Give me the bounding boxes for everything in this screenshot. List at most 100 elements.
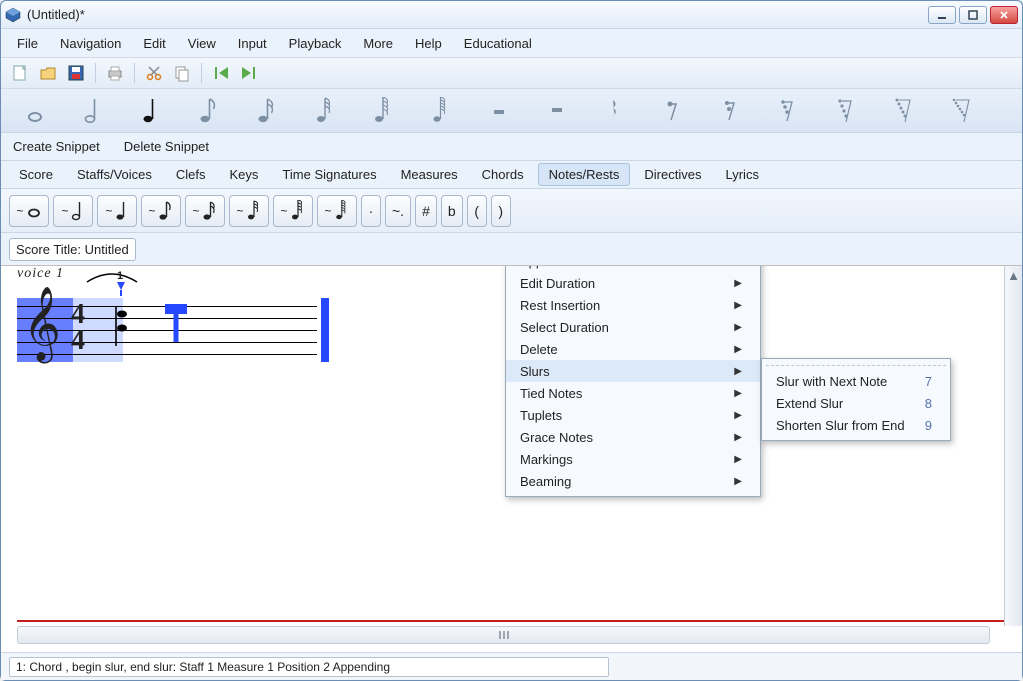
duration-button-row: ~ ~ ~ ~ ~ ~ ~ ~ · ~. # b ( ) — [1, 189, 1022, 233]
note-32nd[interactable] — [305, 96, 345, 126]
cursor-position-marker: 1 — [117, 270, 125, 296]
rest-128th[interactable] — [885, 96, 925, 126]
treble-clef-icon: 𝄞 — [23, 292, 61, 356]
menu-input[interactable]: Input — [228, 33, 277, 54]
menu-grace-notes[interactable]: Grace Notes▶ — [506, 426, 760, 448]
create-snippet-button[interactable]: Create Snippet — [9, 137, 104, 156]
tab-chords[interactable]: Chords — [472, 164, 534, 185]
menu-tied-notes[interactable]: Tied Notes▶ — [506, 382, 760, 404]
dur-tied-64th[interactable]: ~ — [273, 195, 313, 227]
menu-navigation[interactable]: Navigation — [50, 33, 131, 54]
flat-button[interactable]: b — [441, 195, 463, 227]
menu-slurs[interactable]: Slurs▶ — [506, 360, 760, 382]
tab-measures[interactable]: Measures — [391, 164, 468, 185]
horizontal-scrollbar[interactable] — [17, 626, 990, 644]
tab-notes-rests[interactable]: Notes/Rests — [538, 163, 631, 186]
dur-tied-whole[interactable]: ~ — [9, 195, 49, 227]
menu-shorten-slur-from-end[interactable]: Shorten Slur from End9 — [762, 414, 950, 436]
menu-edit-duration[interactable]: Edit Duration▶ — [506, 272, 760, 294]
tab-staffs-voices[interactable]: Staffs/Voices — [67, 164, 162, 185]
note-half[interactable] — [73, 96, 113, 126]
window-title: (Untitled)* — [27, 7, 928, 22]
status-text: 1: Chord , begin slur, end slur: Staff 1… — [9, 657, 609, 677]
maximize-button[interactable] — [959, 6, 987, 24]
tab-score[interactable]: Score — [9, 164, 63, 185]
notes-rests-menu: Append/Edit Note▶ Note Insertion▶ Append… — [505, 265, 761, 497]
note-head-1[interactable] — [113, 306, 131, 346]
vertical-scrollbar[interactable]: ▲ — [1004, 266, 1022, 626]
nav-prev-button[interactable] — [210, 62, 232, 84]
minimize-button[interactable] — [928, 6, 956, 24]
print-button[interactable] — [104, 62, 126, 84]
rest-whole[interactable] — [479, 96, 519, 126]
tab-keys[interactable]: Keys — [220, 164, 269, 185]
sharp-button[interactable]: # — [415, 195, 437, 227]
menu-beaming[interactable]: Beaming▶ — [506, 470, 760, 492]
save-file-button[interactable] — [65, 62, 87, 84]
note-sixteenth[interactable] — [247, 96, 287, 126]
score-title-field[interactable]: Score Title: Untitled — [9, 238, 136, 261]
tab-lyrics[interactable]: Lyrics — [715, 164, 768, 185]
note-64th[interactable] — [363, 96, 403, 126]
time-signature: 44 — [71, 302, 85, 354]
statusbar: 1: Chord , begin slur, end slur: Staff 1… — [1, 652, 1022, 680]
menu-help[interactable]: Help — [405, 33, 452, 54]
menu-view[interactable]: View — [178, 33, 226, 54]
menu-slur-with-next-note[interactable]: Slur with Next Note7 — [762, 370, 950, 392]
tab-time-signatures[interactable]: Time Signatures — [272, 164, 386, 185]
dur-tied-128th[interactable]: ~ — [317, 195, 357, 227]
menu-educational[interactable]: Educational — [454, 33, 542, 54]
menu-edit[interactable]: Edit — [133, 33, 175, 54]
menu-delete[interactable]: Delete▶ — [506, 338, 760, 360]
dur-tied-32nd[interactable]: ~ — [229, 195, 269, 227]
menubar: File Navigation Edit View Input Playback… — [1, 29, 1022, 57]
main-toolbar — [1, 57, 1022, 89]
staff[interactable]: 𝄞 44 — [17, 298, 317, 362]
app-icon — [5, 7, 21, 23]
rest-64th[interactable] — [827, 96, 867, 126]
score-title-row: Score Title: Untitled — [1, 233, 1022, 265]
note-whole[interactable] — [15, 96, 55, 126]
rest-256th[interactable] — [943, 96, 983, 126]
menu-file[interactable]: File — [7, 33, 48, 54]
rest-half[interactable] — [537, 96, 577, 126]
tab-clefs[interactable]: Clefs — [166, 164, 216, 185]
menu-select-duration[interactable]: Select Duration▶ — [506, 316, 760, 338]
menu-extend-slur[interactable]: Extend Slur8 — [762, 392, 950, 414]
scroll-up-icon[interactable]: ▲ — [1005, 266, 1022, 284]
menu-append-insert-duration[interactable]: Append/Insert Duration▶ — [506, 265, 760, 272]
scroll-grip-icon — [492, 629, 516, 641]
menu-markings[interactable]: Markings▶ — [506, 448, 760, 470]
dur-tied-quarter[interactable]: ~ — [97, 195, 137, 227]
rest-quarter[interactable] — [595, 96, 635, 126]
tab-directives[interactable]: Directives — [634, 164, 711, 185]
menu-tuplets[interactable]: Tuplets▶ — [506, 404, 760, 426]
rest-eighth[interactable] — [653, 96, 693, 126]
note-128th[interactable] — [421, 96, 461, 126]
paren-open-button[interactable]: ( — [467, 195, 487, 227]
menu-rest-insertion[interactable]: Rest Insertion▶ — [506, 294, 760, 316]
tie-button[interactable]: ~. — [385, 195, 411, 227]
dur-tied-eighth[interactable]: ~ — [141, 195, 181, 227]
snippet-bar: Create Snippet Delete Snippet — [1, 133, 1022, 161]
menu-more[interactable]: More — [353, 33, 403, 54]
score-canvas[interactable]: voice 1 1 𝄞 44 — [1, 265, 1022, 680]
open-file-button[interactable] — [37, 62, 59, 84]
dur-tied-sixteenth[interactable]: ~ — [185, 195, 225, 227]
dur-tied-half[interactable]: ~ — [53, 195, 93, 227]
copy-button[interactable] — [171, 62, 193, 84]
delete-snippet-button[interactable]: Delete Snippet — [120, 137, 213, 156]
new-file-button[interactable] — [9, 62, 31, 84]
cut-button[interactable] — [143, 62, 165, 84]
dot-button[interactable]: · — [361, 195, 381, 227]
note-eighth[interactable] — [189, 96, 229, 126]
close-button[interactable] — [990, 6, 1018, 24]
rest-16th[interactable] — [711, 96, 751, 126]
rest-32nd[interactable] — [769, 96, 809, 126]
note-quarter[interactable] — [131, 96, 171, 126]
nav-next-button[interactable] — [238, 62, 260, 84]
menu-playback[interactable]: Playback — [279, 33, 352, 54]
slurs-submenu: Slur with Next Note7 Extend Slur8 Shorte… — [761, 358, 951, 441]
separator-line — [17, 620, 1006, 622]
paren-close-button[interactable]: ) — [491, 195, 511, 227]
